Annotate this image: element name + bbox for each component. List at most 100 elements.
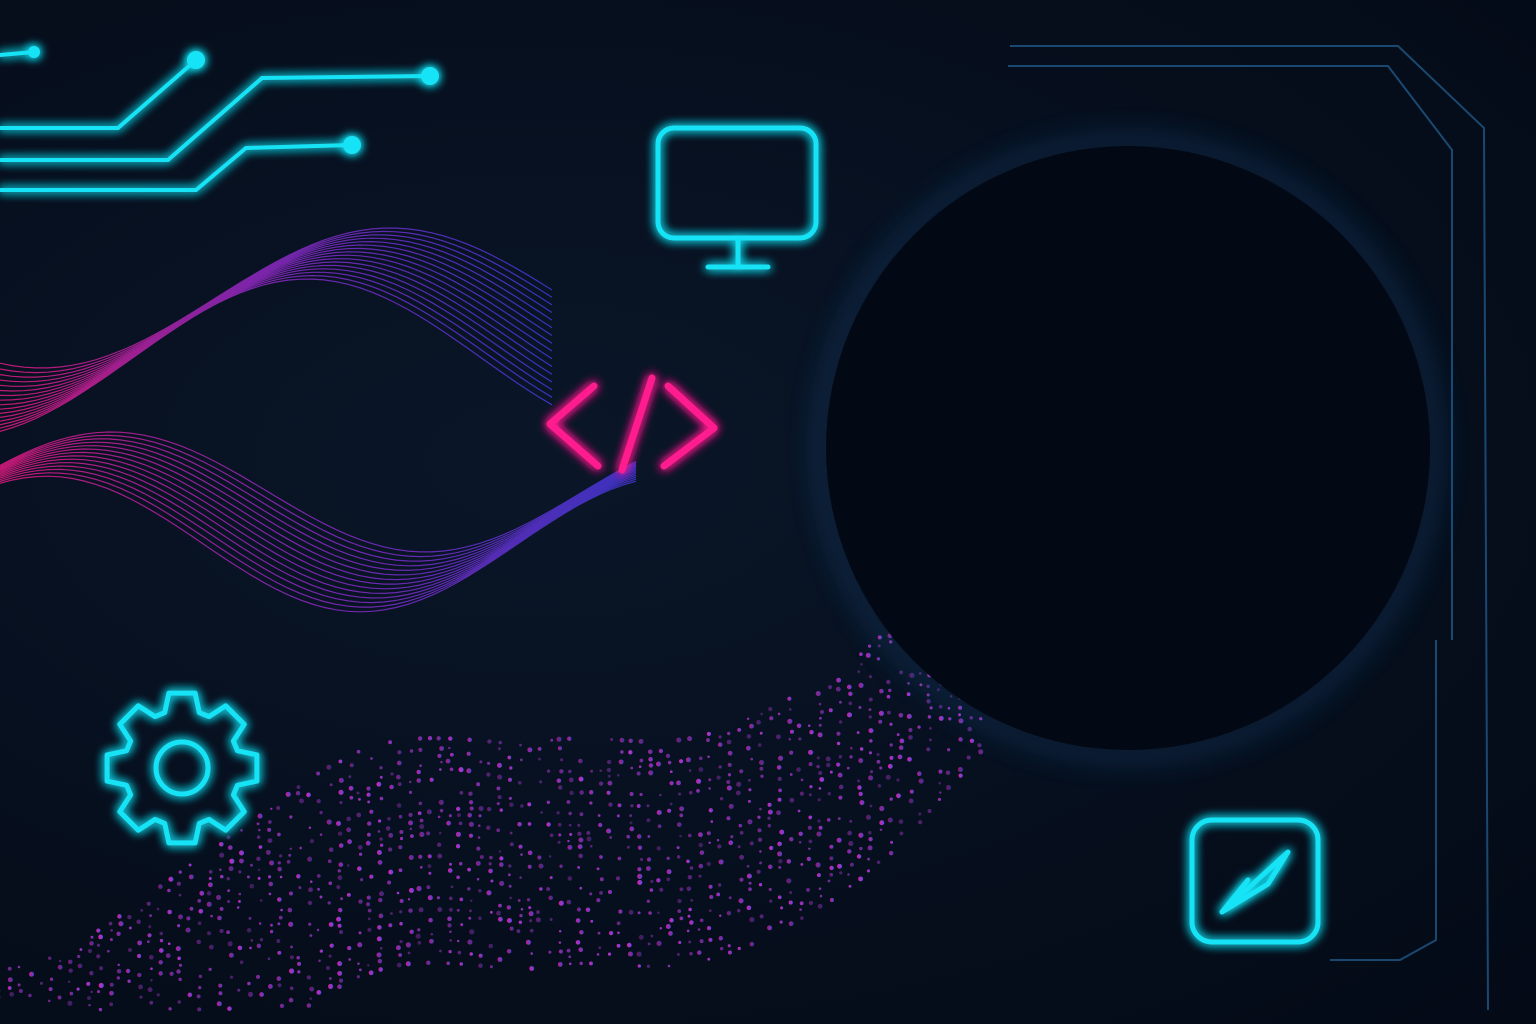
particle [518, 781, 522, 785]
particle [789, 837, 793, 841]
particle [778, 859, 782, 863]
particle [208, 882, 213, 887]
particle [808, 724, 811, 727]
particle [396, 775, 401, 780]
particle [329, 922, 334, 927]
particle [589, 892, 592, 895]
particle [416, 934, 421, 939]
particle [217, 1001, 222, 1006]
particle [409, 781, 411, 783]
particle [609, 836, 612, 839]
particle [228, 845, 233, 850]
particle [277, 951, 281, 955]
content-circle [826, 146, 1430, 750]
particle [716, 892, 720, 896]
particle [817, 756, 820, 759]
particle [479, 760, 482, 763]
particle [608, 802, 612, 806]
particle [8, 986, 12, 990]
particle [598, 814, 601, 817]
particle [719, 936, 724, 941]
particle [399, 815, 403, 819]
particle [427, 809, 432, 814]
particle [688, 875, 692, 879]
particle [746, 746, 751, 751]
particle [536, 910, 540, 914]
particle [769, 888, 772, 891]
particle [396, 945, 401, 950]
particle [380, 947, 383, 950]
particle [688, 940, 691, 943]
particle [890, 743, 893, 746]
particle [209, 968, 212, 971]
particle [849, 755, 852, 758]
particle [439, 768, 442, 771]
particle [598, 932, 601, 935]
particle [617, 774, 620, 777]
particle [299, 798, 304, 803]
particle [948, 717, 951, 720]
particle [868, 645, 871, 648]
particle [907, 757, 912, 762]
particle [717, 839, 720, 842]
particle [456, 875, 460, 879]
particle [759, 883, 762, 886]
particle [948, 707, 951, 710]
hero-background [0, 0, 1536, 1024]
particle [228, 941, 233, 946]
particle [318, 960, 321, 963]
particle [448, 736, 452, 740]
particle [256, 975, 260, 979]
particle [337, 984, 342, 989]
particle [586, 831, 590, 835]
particle [899, 745, 904, 750]
particle [547, 801, 550, 804]
particle [439, 746, 444, 751]
particle [428, 864, 432, 868]
particle [258, 829, 261, 832]
particle [836, 687, 841, 692]
particle [780, 921, 783, 924]
particle [418, 941, 422, 945]
particle [558, 833, 561, 836]
particle [577, 824, 580, 827]
particle [267, 828, 271, 832]
circuit-node-4 [343, 136, 361, 154]
particle [400, 940, 403, 943]
particle [686, 757, 691, 762]
particle [476, 861, 481, 866]
particle [457, 909, 460, 912]
particle [608, 890, 612, 894]
particle [760, 914, 764, 918]
particle [817, 873, 821, 877]
particle [149, 1001, 153, 1005]
particle [559, 950, 563, 954]
particle [689, 791, 693, 795]
particle [118, 964, 120, 966]
particle [460, 791, 464, 795]
particle [326, 966, 330, 970]
particle [769, 846, 773, 850]
particle [819, 887, 822, 890]
particle [900, 831, 904, 835]
particle [650, 935, 653, 938]
particle [759, 767, 763, 771]
particle [416, 886, 421, 891]
particle [166, 953, 171, 958]
particle [858, 833, 863, 838]
particle [679, 806, 684, 811]
particle [837, 838, 842, 843]
particle [529, 966, 534, 971]
particle [230, 976, 233, 979]
particle [328, 859, 332, 863]
particle [729, 896, 732, 899]
particle [747, 865, 750, 868]
particle [116, 932, 120, 936]
particle [607, 768, 611, 772]
particle [258, 869, 260, 871]
particle [808, 826, 812, 830]
particle [279, 916, 283, 920]
particle [819, 787, 822, 790]
particle [468, 791, 472, 795]
particle [799, 841, 802, 844]
